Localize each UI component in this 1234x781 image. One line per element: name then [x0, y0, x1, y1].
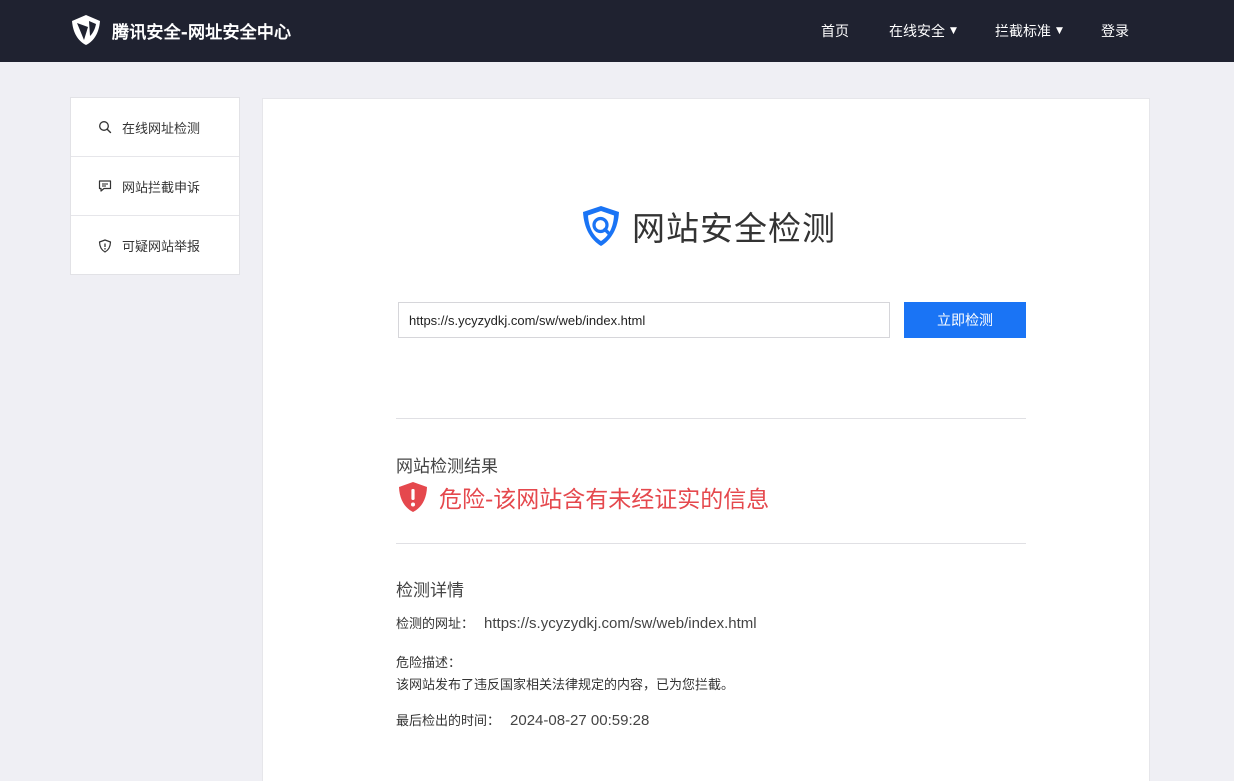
- brand-title: 腾讯安全-网址安全中心: [112, 22, 292, 43]
- nav-block-standard[interactable]: 拦截标准 ▼: [995, 0, 1063, 62]
- sidebar-item-label: 在线网址检测: [122, 121, 201, 137]
- search-icon: [99, 121, 112, 134]
- sidebar-item-report[interactable]: 可疑网站举报: [71, 216, 239, 275]
- result-heading: 网站检测结果: [396, 457, 498, 477]
- result-status: 危险-该网站含有未经证实的信息: [396, 480, 769, 514]
- page-hero: 网站安全检测: [578, 202, 836, 250]
- page-title: 网站安全检测: [632, 209, 836, 248]
- sidebar-item-appeal[interactable]: 网站拦截申诉: [71, 157, 239, 216]
- caret-down-icon: ▼: [1056, 26, 1063, 36]
- detail-desc-label: 危险描述：: [396, 656, 462, 671]
- detail-time-row: 最后检出的时间： 2024-08-27 00:59:28: [396, 710, 649, 729]
- brand[interactable]: 腾讯安全-网址安全中心: [69, 13, 291, 47]
- detail-url-value: https://s.ycyzydkj.com/sw/web/index.html: [484, 615, 757, 632]
- top-navbar: 腾讯安全-网址安全中心 首页 在线安全 ▼ 拦截标准 ▼ 登录: [0, 0, 1234, 62]
- details-heading: 检测详情: [396, 581, 464, 601]
- nav-home[interactable]: 首页: [821, 0, 849, 62]
- check-now-button[interactable]: 立即检测: [904, 302, 1026, 338]
- url-input[interactable]: [398, 302, 890, 338]
- sidebar-item-label: 网站拦截申诉: [122, 180, 201, 196]
- nav-login[interactable]: 登录: [1101, 0, 1129, 62]
- nav-login-label: 登录: [1101, 24, 1129, 40]
- sidebar-item-label: 可疑网站举报: [122, 240, 201, 255]
- caret-down-icon: ▼: [950, 26, 957, 36]
- main-panel: 网站安全检测 立即检测 网站检测结果 危险-该网站含有未经证实的信息 检测详情 …: [262, 98, 1150, 781]
- sidebar-item-url-check[interactable]: 在线网址检测: [71, 98, 239, 157]
- chat-icon: [98, 180, 112, 192]
- detail-url-row: 检测的网址： https://s.ycyzydkj.com/sw/web/inde…: [396, 613, 757, 632]
- tencent-security-logo-icon: [72, 15, 100, 45]
- sidebar: 在线网址检测 网站拦截申诉 可疑网站举报: [70, 97, 240, 275]
- detail-time-label: 最后检出的时间：: [396, 714, 501, 729]
- danger-shield-icon: [399, 482, 427, 512]
- detail-desc-text: 该网站发布了违反国家相关法律规定的内容，已为您拦截。: [396, 678, 735, 693]
- result-status-text: 危险-该网站含有未经证实的信息: [439, 487, 770, 513]
- nav-home-label: 首页: [821, 24, 849, 40]
- nav-block-standard-label: 拦截标准: [995, 24, 1051, 40]
- detail-time-value: 2024-08-27 00:59:28: [510, 712, 650, 729]
- shield-search-icon: [583, 206, 619, 246]
- nav-online-security-label: 在线安全: [889, 24, 945, 40]
- divider: [396, 418, 1026, 419]
- divider: [396, 543, 1026, 544]
- detail-url-label: 检测的网址：: [396, 617, 475, 632]
- shield-alert-icon: [98, 238, 112, 253]
- nav-online-security[interactable]: 在线安全 ▼: [889, 0, 957, 62]
